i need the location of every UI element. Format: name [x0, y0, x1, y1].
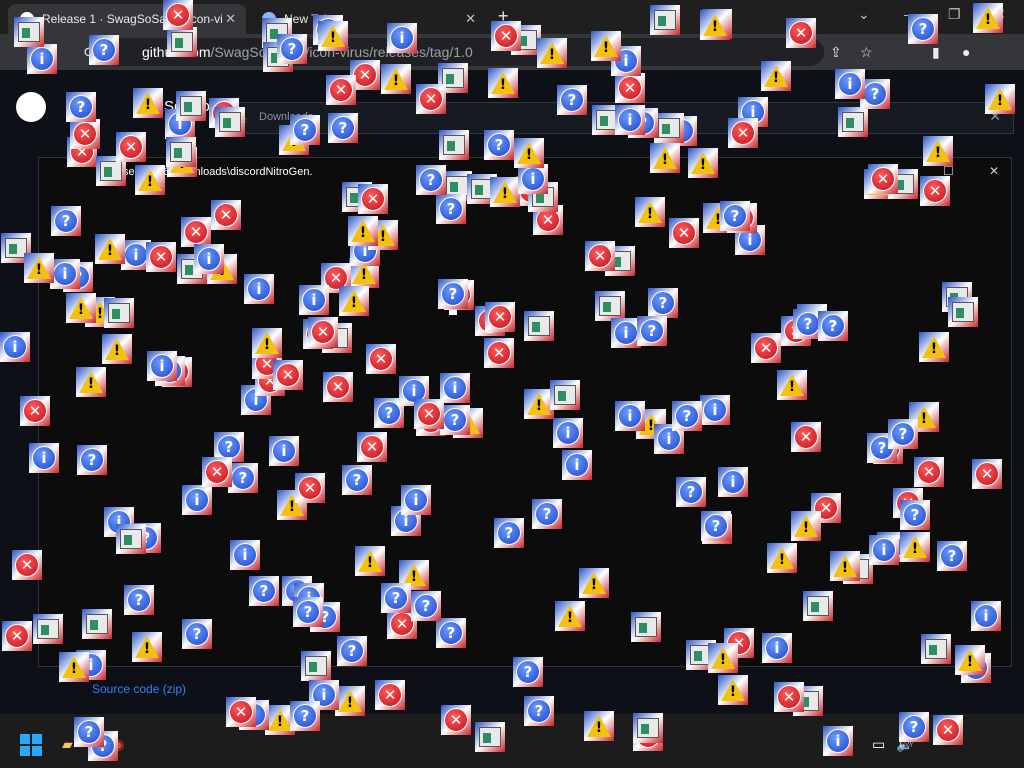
- profile-icon[interactable]: ●: [962, 44, 970, 60]
- text-cursor: [449, 299, 457, 315]
- tray-chevron-icon[interactable]: ⌃: [844, 736, 856, 753]
- downloads-label: Downloads: [259, 111, 314, 123]
- address-bar[interactable]: github.com/SwagSoSaucy/icon-virus/releas…: [104, 38, 824, 66]
- network-icon[interactable]: ▭: [872, 736, 885, 753]
- console-close-button[interactable]: ✕: [989, 164, 999, 178]
- side-panel-icon[interactable]: ▮: [932, 44, 940, 61]
- new-tab-button[interactable]: +: [498, 6, 509, 27]
- restore-button[interactable]: ❐: [948, 6, 961, 23]
- minimize-button[interactable]: —: [904, 6, 918, 22]
- console-title-bar[interactable]: C:\Users\VM6\Downloads\discordNitroGen. …: [39, 158, 1011, 186]
- browser-toolbar: ⟳ github.com/SwagSoSaucy/icon-virus/rele…: [0, 34, 1024, 70]
- console-minimize-button[interactable]: —: [899, 164, 911, 178]
- close-icon[interactable]: ✕: [465, 11, 476, 27]
- downloads-bubble: ⤓ Downloads ✕: [232, 102, 1014, 134]
- taskbar: ▰ ◉ ⌃ ▭ 🔊: [0, 714, 1024, 768]
- source-code-link[interactable]: Source code (zip): [92, 682, 186, 696]
- tab-title: Release 1 · SwagSoSaucy/icon-vi: [42, 12, 223, 26]
- address-path: /SwagSoSaucy/icon-virus/releases/tag/1.0: [210, 44, 473, 60]
- address-host: github.com: [142, 44, 211, 60]
- console-title: C:\Users\VM6\Downloads\discordNitroGen.: [101, 166, 313, 178]
- github-logo[interactable]: [16, 92, 46, 122]
- console-maximize-button[interactable]: ☐: [943, 164, 954, 178]
- tab-new[interactable]: New Tab ✕: [250, 4, 486, 34]
- share-icon[interactable]: ⇪: [830, 44, 842, 61]
- console-window[interactable]: C:\Users\VM6\Downloads\discordNitroGen. …: [38, 157, 1012, 667]
- close-icon[interactable]: ✕: [989, 108, 1001, 125]
- download-icon: ⤓: [241, 109, 247, 124]
- reload-icon[interactable]: ⟳: [84, 44, 96, 61]
- tab-title: New Tab: [284, 12, 331, 26]
- bookmark-star-icon[interactable]: ☆: [860, 44, 873, 61]
- start-button[interactable]: [20, 734, 42, 756]
- close-icon[interactable]: ✕: [225, 11, 236, 27]
- nav-solutions[interactable]: Solutions: [164, 98, 226, 115]
- tab-search-icon[interactable]: ⌄: [858, 6, 870, 23]
- volume-icon[interactable]: 🔊: [896, 736, 913, 753]
- file-explorer-icon[interactable]: ▰: [62, 736, 73, 753]
- window-close-button[interactable]: ✕: [994, 6, 1006, 23]
- github-icon: [20, 12, 34, 26]
- browser-tab-bar: Release 1 · SwagSoSaucy/icon-vi ✕ New Ta…: [0, 0, 1024, 34]
- tab-release[interactable]: Release 1 · SwagSoSaucy/icon-vi ✕: [8, 4, 246, 34]
- chrome-icon: [262, 12, 276, 26]
- chrome-taskbar-icon[interactable]: ◉: [112, 736, 124, 753]
